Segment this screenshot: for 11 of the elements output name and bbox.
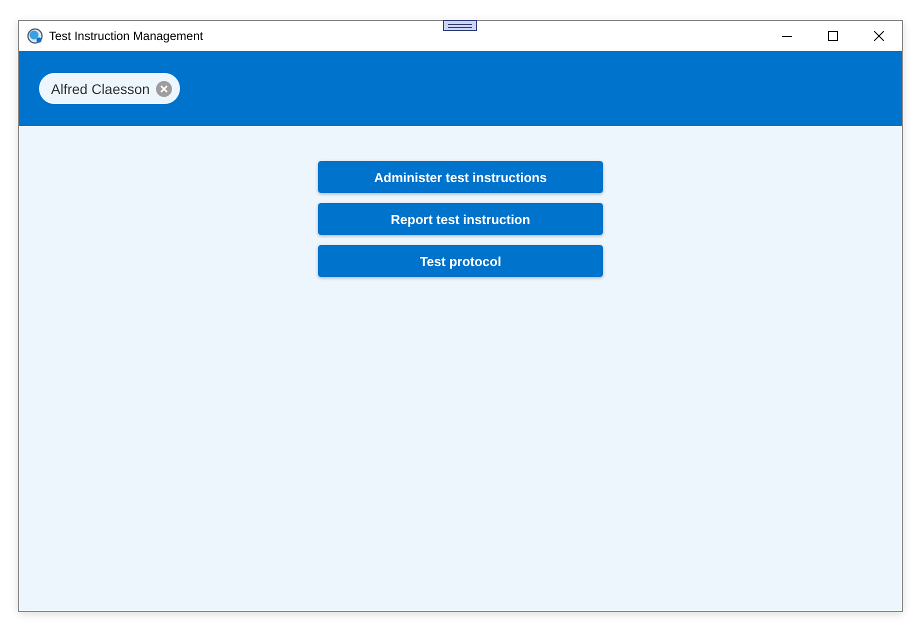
maximize-icon	[828, 31, 838, 41]
user-name: Alfred Claesson	[51, 80, 150, 96]
user-chip[interactable]: Alfred Claesson	[39, 73, 180, 104]
drag-handle[interactable]	[443, 20, 477, 31]
close-icon	[874, 31, 884, 41]
window-title: Test Instruction Management	[49, 29, 204, 43]
action-button[interactable]: Administer test instructions	[318, 161, 603, 193]
action-button[interactable]: Test protocol	[318, 245, 603, 277]
close-icon[interactable]	[156, 80, 172, 96]
globe-icon	[27, 28, 43, 44]
action-button[interactable]: Report test instruction	[318, 203, 603, 235]
